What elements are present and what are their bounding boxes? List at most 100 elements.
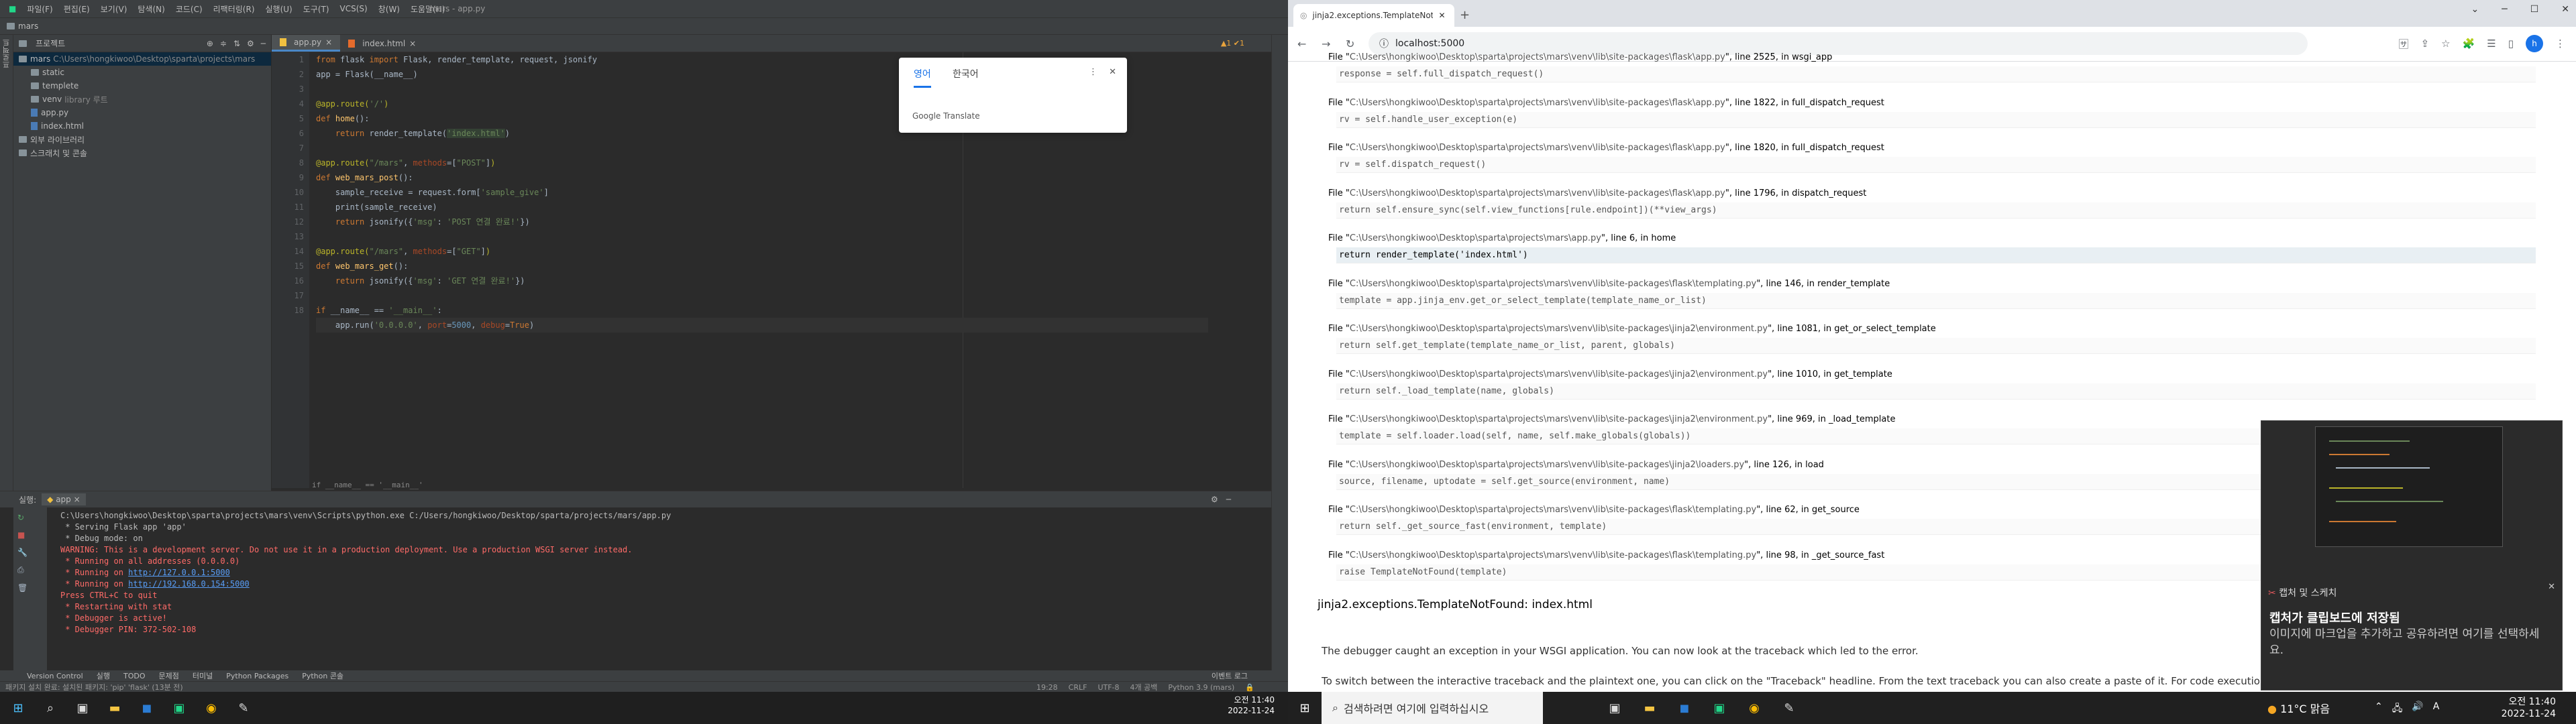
tool-tab-version-control[interactable]: Version Control — [27, 672, 83, 680]
taskbar-clock-left[interactable]: 오전 11:40 2022-11-24 — [1228, 695, 1275, 716]
notepad-icon[interactable]: ✎ — [232, 697, 255, 719]
reload-icon[interactable]: ↻ — [1346, 38, 1354, 50]
line-separator[interactable]: CRLF — [1069, 683, 1087, 692]
notepad-icon[interactable]: ✎ — [1778, 697, 1801, 719]
extensions-icon[interactable]: 🧩 — [2463, 38, 2475, 50]
info-icon[interactable]: ⓘ — [1379, 37, 1389, 50]
traceback-frame[interactable]: File "C:\Users\hongkiwoo\Desktop\sparta\… — [1328, 98, 2536, 128]
rerun-icon[interactable]: ↻ — [17, 513, 43, 522]
frame-source-line[interactable]: response = self.full_dispatch_request() — [1336, 66, 2536, 82]
tool-tab-problems[interactable]: 문제점 — [158, 670, 178, 681]
menu-refactor[interactable]: 리팩터링(R) — [209, 2, 260, 16]
tree-item[interactable]: static — [13, 66, 271, 79]
tool-tab-terminal[interactable]: 터미널 — [193, 670, 213, 681]
menu-window[interactable]: 창(W) — [374, 2, 405, 16]
frame-source-line[interactable]: rv = self.handle_user_exception(e) — [1336, 111, 2536, 128]
close-icon[interactable]: ✕ — [2561, 4, 2569, 15]
chevron-up-icon[interactable]: ⌃ — [2375, 701, 2383, 717]
sidepanel-icon[interactable]: ▯ — [2508, 38, 2514, 50]
indent-setting[interactable]: 4개 공백 — [1130, 682, 1158, 692]
close-icon[interactable]: ✕ — [2548, 582, 2555, 592]
caret-position[interactable]: 19:28 — [1036, 683, 1058, 692]
tree-item[interactable]: venv library 루트 — [13, 93, 271, 106]
frame-source-line[interactable]: template = app.jinja_env.get_or_select_t… — [1336, 292, 2536, 309]
minimize-icon[interactable]: ─ — [2502, 4, 2507, 15]
tab-index-html[interactable]: index.html × — [340, 35, 424, 52]
chrome-icon[interactable]: ◉ — [200, 697, 223, 719]
ime-icon[interactable]: A — [2433, 701, 2440, 717]
share-icon[interactable]: ⇪ — [2421, 38, 2430, 50]
pycharm-icon[interactable]: ▣ — [1708, 697, 1731, 719]
network-icon[interactable]: 🖧 — [2392, 701, 2403, 717]
gear-icon[interactable]: ⚙ — [1211, 495, 1218, 504]
close-tab-icon[interactable]: ✕ — [1438, 11, 1445, 20]
menu-file[interactable]: 파일(F) — [22, 2, 57, 16]
outlook-icon[interactable]: ◼ — [136, 697, 158, 719]
tab-app-py[interactable]: app.py × — [272, 35, 341, 52]
editor-breadcrumb[interactable]: if __name__ == '__main__' — [312, 481, 423, 489]
tree-item[interactable]: 스크래치 및 콘솔 — [13, 146, 271, 160]
close-icon[interactable]: ✕ — [1109, 67, 1116, 77]
console-link[interactable]: http://192.168.0.154:5000 — [128, 579, 250, 589]
locate-icon[interactable]: ⊕ — [207, 39, 213, 48]
tree-item[interactable]: app.py — [13, 106, 271, 119]
lock-icon[interactable]: 🔒 — [1245, 683, 1254, 692]
event-log[interactable]: 이벤트 로그 — [1212, 670, 1248, 681]
taskbar-clock[interactable]: 오전 11:40 2022-11-24 — [2502, 696, 2556, 720]
new-tab-icon[interactable]: + — [1460, 8, 1470, 22]
tool-tab-python-console[interactable]: Python 콘솔 — [302, 670, 343, 681]
project-panel-title[interactable]: 프로젝트 — [36, 38, 65, 49]
task-view-icon[interactable]: ▣ — [1603, 697, 1626, 719]
frame-source-line[interactable]: return self.get_template(template_name_o… — [1336, 338, 2536, 354]
translate-icon[interactable]: 🈂 — [2399, 37, 2409, 51]
chrome-icon[interactable]: ◉ — [1743, 697, 1766, 719]
traceback-frame[interactable]: File "C:\Users\hongkiwoo\Desktop\sparta\… — [1328, 52, 2536, 82]
inspection-indicator[interactable]: ▲1 ✔1 — [1221, 39, 1244, 48]
translate-lang-korean[interactable]: 한국어 — [953, 67, 979, 80]
outlook-icon[interactable]: ◼ — [1673, 697, 1696, 719]
file-encoding[interactable]: UTF-8 — [1097, 683, 1119, 692]
explorer-icon[interactable]: ▬ — [1638, 697, 1661, 719]
tool-tab-todo[interactable]: TODO — [123, 672, 146, 680]
taskbar-search-box[interactable]: ⌕ 검색하려면 여기에 입력하십시오 — [1322, 692, 1543, 724]
menu-tools[interactable]: 도구(T) — [299, 2, 334, 16]
volume-icon[interactable]: 🔊 — [2412, 701, 2423, 717]
snip-notification[interactable]: ✕ ✂ 캡처 및 스케치 캡처가 클립보드에 저장됨 이미지에 마크업을 추가하… — [2261, 420, 2563, 690]
traceback-frame[interactable]: File "C:\Users\hongkiwoo\Desktop\sparta\… — [1328, 143, 2536, 173]
address-bar[interactable]: ⓘ localhost:5000 — [1368, 32, 2308, 55]
project-tool-tab[interactable]: 프로젝트 — [0, 35, 13, 72]
trash-icon[interactable]: 🗑 — [17, 583, 43, 593]
tool-tab-run[interactable]: 실행 — [97, 670, 110, 681]
menu-navigate[interactable]: 탐색(N) — [133, 2, 169, 16]
gear-icon[interactable]: ⚙ — [247, 39, 254, 48]
maximize-icon[interactable]: ☐ — [2530, 4, 2539, 15]
explorer-icon[interactable]: ▬ — [103, 697, 126, 719]
traceback-frame[interactable]: File "C:\Users\hongkiwoo\Desktop\sparta\… — [1328, 188, 2536, 219]
python-interpreter[interactable]: Python 3.9 (mars) — [1168, 683, 1234, 692]
kebab-menu-icon[interactable]: ⋮ — [1089, 67, 1097, 77]
run-tab[interactable]: ◆ app × — [42, 493, 86, 505]
back-icon[interactable]: ← — [1297, 38, 1306, 50]
frame-source-line[interactable]: rv = self.dispatch_request() — [1336, 157, 2536, 173]
menu-code[interactable]: 코드(C) — [171, 2, 207, 16]
traceback-frame[interactable]: File "C:\Users\hongkiwoo\Desktop\sparta\… — [1328, 369, 2536, 400]
star-icon[interactable]: ☆ — [2441, 38, 2450, 50]
task-view-icon[interactable]: ▣ — [71, 697, 94, 719]
expand-all-icon[interactable]: ⇅ — [233, 39, 240, 48]
tool-tab-python-packages[interactable]: Python Packages — [226, 672, 288, 680]
close-tab-icon[interactable]: × — [325, 38, 332, 47]
nav-project-crumb[interactable]: mars — [18, 21, 38, 31]
tree-item[interactable]: 외부 라이브러리 — [13, 133, 271, 146]
menu-edit[interactable]: 편집(E) — [59, 2, 95, 16]
close-tab-icon[interactable]: × — [409, 39, 416, 48]
windows-start-icon[interactable]: ⊞ — [7, 697, 30, 719]
reading-list-icon[interactable]: ☰ — [2487, 38, 2496, 50]
avatar[interactable]: h — [2526, 35, 2543, 52]
hide-icon[interactable]: ─ — [1226, 495, 1231, 504]
frame-source-line[interactable]: return self._load_template(name, globals… — [1336, 383, 2536, 400]
windows-start-icon[interactable]: ⊞ — [1293, 697, 1316, 719]
menu-vcs[interactable]: VCS(S) — [335, 3, 372, 15]
close-tab-icon[interactable]: × — [74, 495, 80, 504]
weather-widget[interactable]: ● 11°C 맑음 — [2267, 700, 2330, 716]
frame-source-line[interactable]: return render_template('index.html') — [1336, 247, 2536, 263]
